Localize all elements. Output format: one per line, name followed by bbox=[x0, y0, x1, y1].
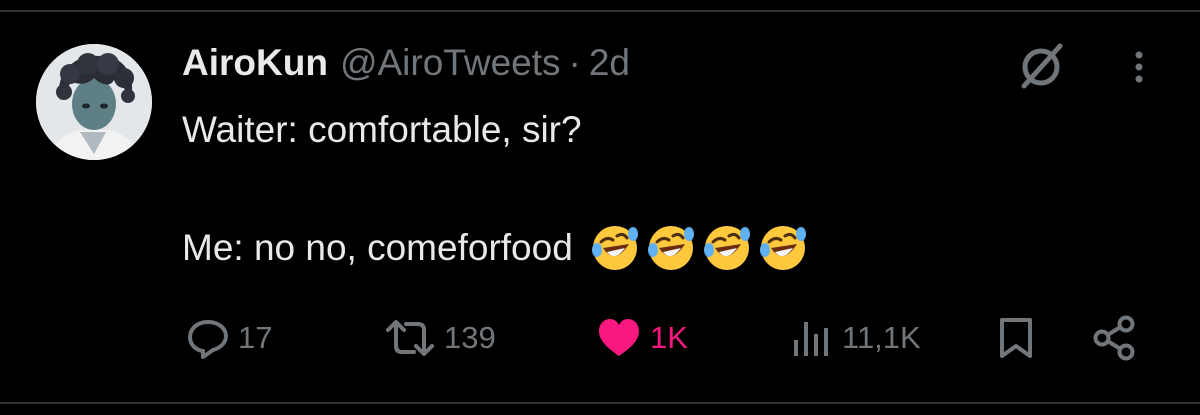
tweet-actions-bar: 17 139 1K 11,1K bbox=[0, 312, 1200, 364]
top-divider bbox=[0, 10, 1200, 12]
avatar-image bbox=[36, 44, 152, 160]
emoji-group bbox=[589, 222, 809, 274]
author-handle[interactable]: @AiroTweets bbox=[340, 42, 561, 84]
share-button[interactable] bbox=[1090, 312, 1138, 364]
views-count: 11,1K bbox=[842, 320, 921, 355]
share-icon bbox=[1093, 315, 1135, 361]
bookmark-button[interactable] bbox=[996, 312, 1036, 364]
rolling-laughing-emoji-icon bbox=[591, 226, 638, 270]
heart-icon bbox=[599, 319, 639, 356]
views-button[interactable]: 11,1K bbox=[790, 312, 921, 364]
like-button[interactable]: 1K bbox=[596, 312, 688, 364]
tweet-header: AiroKun @AiroTweets · 2d bbox=[182, 38, 630, 88]
retweet-count: 139 bbox=[444, 320, 496, 355]
retweet-icon bbox=[386, 320, 434, 356]
grok-icon[interactable] bbox=[1012, 40, 1070, 92]
views-icon bbox=[794, 322, 828, 356]
reply-button[interactable]: 17 bbox=[186, 312, 272, 364]
bookmark-icon bbox=[1000, 318, 1032, 358]
like-count: 1K bbox=[650, 320, 688, 355]
bottom-divider bbox=[0, 402, 1200, 404]
retweet-button[interactable]: 139 bbox=[384, 312, 496, 364]
tweet-text-line1: Waiter: comfortable, sir? bbox=[182, 109, 582, 150]
tweet-text-line2: Me: no no, comeforfood bbox=[182, 227, 573, 268]
author-display-name[interactable]: AiroKun bbox=[182, 42, 328, 84]
tweet-text-line2-row: Me: no no, comeforfood bbox=[182, 222, 809, 274]
more-icon[interactable] bbox=[1124, 42, 1154, 92]
rolling-laughing-emoji-icon bbox=[703, 226, 750, 270]
reply-count: 17 bbox=[238, 320, 273, 355]
avatar[interactable] bbox=[36, 44, 152, 160]
separator-dot: · bbox=[568, 42, 581, 83]
rolling-laughing-emoji-icon bbox=[759, 226, 806, 270]
reply-icon bbox=[188, 320, 228, 359]
rolling-laughing-emoji-icon bbox=[647, 226, 694, 270]
tweet-timestamp[interactable]: 2d bbox=[589, 42, 630, 84]
